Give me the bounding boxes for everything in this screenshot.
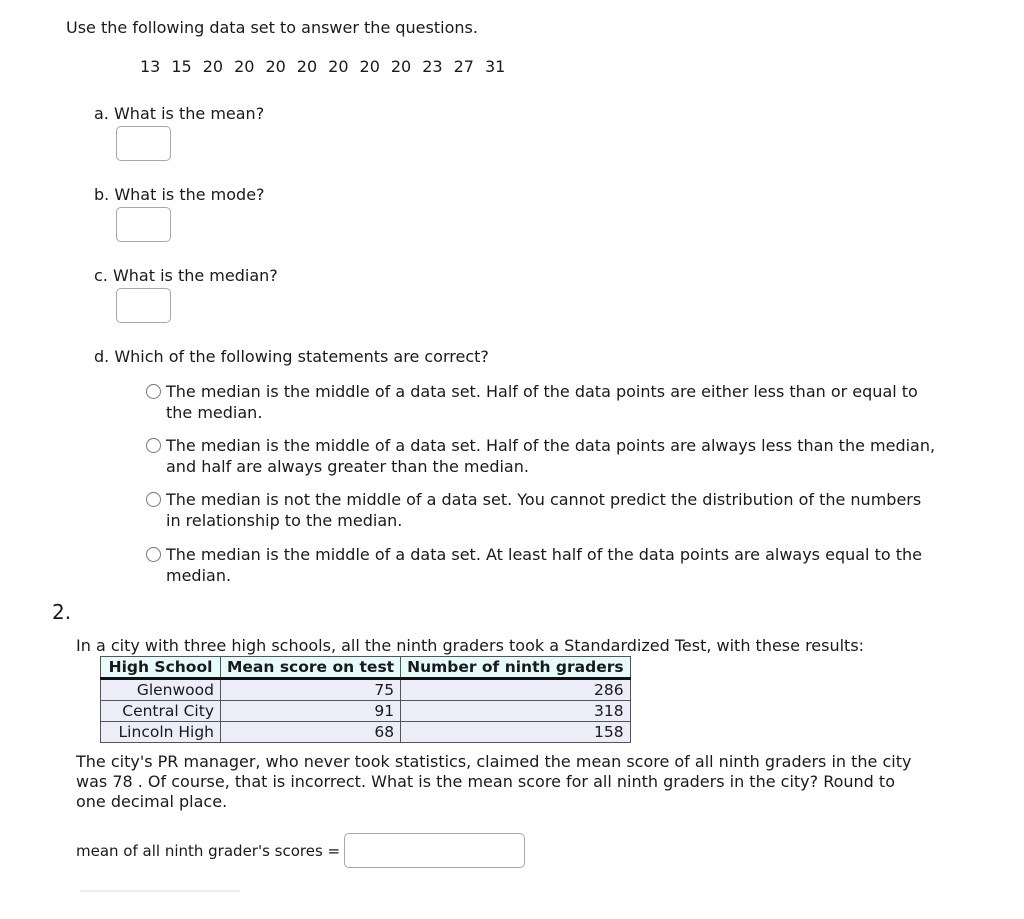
data-value: 20 [390, 57, 412, 76]
option-text: The median is the middle of a data set. … [166, 545, 922, 585]
data-value: 20 [359, 57, 380, 76]
school-name: Glenwood [100, 678, 221, 701]
median-answer-input[interactable] [116, 288, 171, 323]
data-set: 13 15 20 20 20 20 20 20 20 23 27 31 [140, 57, 516, 76]
mean-score: 91 [219, 700, 402, 722]
data-value: 27 [453, 57, 474, 76]
q2-question-text: The city's PR manager, who never took st… [76, 752, 912, 811]
table-header-row: High School Mean score on test Number of… [100, 656, 631, 680]
final-answer-label: mean of all ninth grader's scores = [76, 841, 341, 860]
radio-button[interactable] [146, 438, 161, 453]
data-value: 20 [234, 57, 255, 76]
option-text: The median is not the middle of a data s… [166, 490, 922, 530]
data-value: 15 [171, 57, 192, 76]
num-graders: 286 [400, 678, 631, 701]
radio-button[interactable] [146, 492, 161, 507]
mean-answer-input[interactable] [116, 126, 171, 161]
data-value: 23 [422, 57, 443, 76]
statement-option-3[interactable]: The median is not the middle of a data s… [146, 489, 936, 531]
data-value: 20 [265, 57, 286, 76]
mode-answer-input[interactable] [116, 207, 171, 242]
num-graders: 158 [400, 721, 631, 743]
mean-score: 68 [219, 721, 402, 743]
num-graders: 318 [400, 700, 631, 722]
q1-instructions: Use the following data set to answer the… [66, 18, 478, 37]
radio-button[interactable] [146, 384, 161, 399]
option-text: The median is the middle of a data set. … [166, 436, 936, 476]
data-value: 31 [484, 57, 506, 76]
divider [80, 890, 240, 892]
header-mean-score: Mean score on test [219, 656, 402, 680]
question-a-label: a. What is the mean? [94, 104, 265, 123]
question-c-label: c. What is the median? [94, 266, 278, 285]
statement-option-2[interactable]: The median is the middle of a data set. … [146, 435, 936, 477]
data-value: 20 [328, 57, 349, 76]
overall-mean-input[interactable] [344, 833, 526, 868]
table-row: Glenwood 75 286 [100, 678, 631, 701]
final-answer-row: mean of all ninth grader's scores = [76, 833, 526, 868]
school-name: Lincoln High [100, 721, 221, 743]
results-table: High School Mean score on test Number of… [100, 656, 631, 743]
data-value: 20 [296, 57, 318, 76]
radio-button[interactable] [146, 547, 161, 562]
q2-intro: In a city with three high schools, all t… [76, 636, 865, 655]
data-value: 13 [140, 57, 161, 76]
table-row: Central City 91 318 [100, 700, 631, 722]
school-name: Central City [100, 700, 221, 722]
header-num-graders: Number of ninth graders [400, 656, 631, 680]
mean-score: 75 [219, 678, 402, 701]
option-text: The median is the middle of a data set. … [166, 382, 918, 422]
data-value: 20 [202, 57, 224, 76]
statement-option-4[interactable]: The median is the middle of a data set. … [146, 544, 936, 586]
question-number: 2. [52, 600, 72, 624]
table-row: Lincoln High 68 158 [100, 721, 631, 743]
question-b-label: b. What is the mode? [94, 185, 265, 204]
header-high-school: High School [100, 656, 221, 680]
statement-option-1[interactable]: The median is the middle of a data set. … [146, 381, 936, 423]
question-d-label: d. Which of the following statements are… [94, 347, 489, 366]
